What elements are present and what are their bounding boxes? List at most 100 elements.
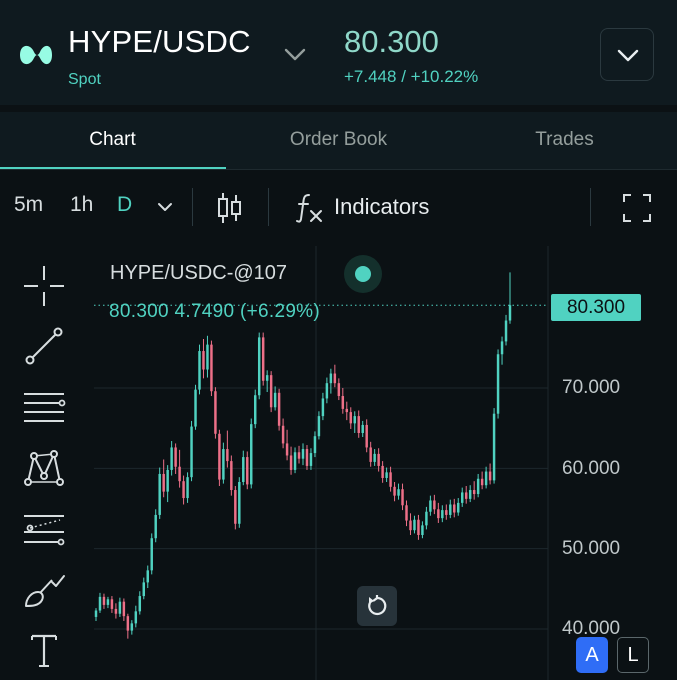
last-price: 80.300 — [344, 24, 439, 59]
candle-body — [437, 509, 440, 519]
trend-line-icon[interactable] — [22, 324, 66, 368]
toolbar-divider — [590, 188, 591, 226]
reset-chart-button[interactable] — [357, 586, 397, 626]
horizontal-lines-icon[interactable] — [22, 386, 66, 430]
candle-body — [126, 616, 130, 631]
chart-legend-values: 80.300 4.7490 (+6.29%) — [109, 301, 321, 322]
candle-body — [257, 337, 261, 396]
candle-body — [361, 424, 364, 433]
candle-body — [472, 490, 476, 495]
candle-body — [389, 472, 392, 487]
candle-body — [98, 596, 102, 611]
crosshair-icon[interactable] — [22, 264, 66, 308]
prediction-icon[interactable] — [22, 506, 66, 550]
candle-body — [94, 610, 98, 617]
candle-body — [301, 449, 305, 459]
candle-body — [345, 408, 349, 413]
candle-body — [106, 599, 110, 605]
candle-body — [429, 500, 432, 512]
candle-body — [305, 449, 309, 466]
text-tool-icon[interactable] — [22, 628, 66, 672]
toolbar-divider — [268, 188, 269, 226]
candle-body — [337, 383, 341, 397]
log-scale-button[interactable]: L — [617, 637, 649, 673]
tab-chart[interactable]: Chart — [0, 112, 225, 170]
toolbar-divider — [192, 188, 193, 226]
candle-body — [381, 465, 384, 478]
pattern-icon[interactable] — [22, 446, 66, 490]
chevron-down-icon[interactable] — [282, 44, 308, 64]
timeframe-5m[interactable]: 5m — [14, 193, 43, 217]
candle-body — [484, 471, 488, 486]
candle-body — [253, 395, 257, 425]
candle-body — [166, 469, 169, 492]
candlestick-type-icon[interactable] — [215, 190, 243, 226]
candle-body — [317, 416, 321, 437]
candle-body — [397, 489, 400, 496]
candle-body — [460, 492, 464, 503]
candle-body — [170, 447, 173, 470]
chevron-down-icon[interactable] — [155, 200, 175, 214]
candle-body — [238, 481, 241, 524]
timeframe-1h[interactable]: 1h — [70, 193, 93, 217]
candle-body — [289, 455, 293, 470]
candle-body — [341, 396, 345, 409]
indicators-button[interactable]: Indicators — [334, 194, 429, 220]
candle-body — [480, 478, 484, 486]
candle-body — [357, 416, 360, 433]
candle-body — [114, 608, 118, 614]
candle-body — [365, 424, 368, 448]
candle-body — [246, 457, 249, 485]
candle-body — [265, 375, 269, 381]
candle-body — [102, 596, 106, 605]
active-tab-indicator — [0, 167, 226, 169]
candle-body — [449, 504, 452, 515]
candle-body — [457, 502, 460, 513]
candle-body — [242, 457, 245, 482]
candle-body — [146, 570, 149, 583]
function-icon[interactable] — [295, 192, 325, 224]
view-tabs: Chart Order Book Trades — [0, 112, 677, 170]
timeframe-d[interactable]: D — [117, 193, 132, 217]
tab-order-book[interactable]: Order Book — [226, 112, 451, 170]
candle-body — [405, 505, 408, 521]
candle-body — [329, 373, 333, 384]
candle-body — [122, 601, 126, 617]
candle-body — [186, 477, 189, 499]
candle-body — [321, 398, 325, 417]
y-axis-tick: 70.000 — [562, 377, 621, 398]
candle-body — [218, 433, 221, 480]
chevron-down-icon — [617, 49, 639, 62]
candle-body — [441, 510, 444, 519]
candle-body — [421, 525, 424, 536]
candle-body — [202, 351, 205, 370]
candle-body — [445, 510, 448, 515]
candle-body — [138, 596, 142, 612]
candle-body — [508, 305, 512, 321]
candle-body — [285, 443, 289, 456]
candle-body — [500, 341, 504, 355]
candle-body — [496, 354, 500, 414]
candle-body — [174, 447, 177, 467]
auto-scale-button[interactable]: A — [576, 637, 608, 673]
candle-body — [198, 351, 201, 390]
candle-body — [250, 424, 253, 485]
pair-title[interactable]: HYPE/USDC — [68, 24, 251, 60]
candle-body — [297, 452, 301, 459]
candle-body — [277, 392, 281, 426]
market-menu-button[interactable] — [600, 28, 654, 81]
candle-body — [234, 490, 237, 524]
candle-body — [369, 447, 372, 462]
brush-icon[interactable] — [22, 568, 66, 612]
candle-body — [206, 344, 209, 370]
fullscreen-icon[interactable] — [622, 193, 652, 223]
market-type-label: Spot — [68, 71, 101, 88]
candle-body — [293, 452, 297, 470]
candle-body — [154, 514, 157, 539]
candle-body — [158, 473, 161, 515]
candle-body — [214, 391, 217, 434]
candle-body — [325, 383, 329, 399]
tab-trades[interactable]: Trades — [452, 112, 677, 170]
candle-body — [226, 449, 229, 462]
candle-body — [425, 511, 428, 526]
